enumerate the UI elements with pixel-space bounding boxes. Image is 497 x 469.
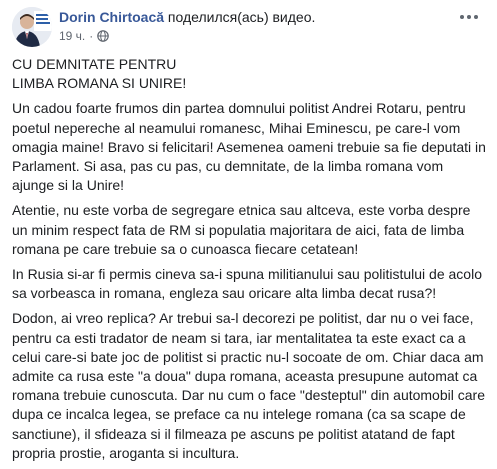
post-header: Dorin Chirtoacă поделился(ась) видео. 19…	[12, 5, 485, 47]
post-paragraph-1: Un cadou foarte frumos din partea domnul…	[12, 100, 486, 194]
post-paragraph-4: Dodon, ai vreo replica? Ar trebui sa-l d…	[12, 310, 485, 461]
avatar-image	[12, 7, 52, 47]
post-title-line-1: CU DEMNITATE PENTRU	[12, 56, 177, 72]
facebook-post: Dorin Chirtoacă поделился(ась) видео. 19…	[0, 0, 497, 466]
author-line: Dorin Chirtoacă поделился(ась) видео.	[59, 9, 315, 25]
more-options-icon[interactable]	[457, 9, 481, 25]
post-action-text: поделился(ась) видео.	[167, 9, 316, 25]
meta-separator: ·	[89, 29, 94, 43]
globe-icon[interactable]	[97, 30, 110, 42]
author-name-link[interactable]: Dorin Chirtoacă	[59, 9, 164, 25]
post-paragraph-2: Atentie, nu este vorba de segregare etni…	[12, 202, 471, 257]
avatar[interactable]	[12, 7, 52, 47]
post-timestamp[interactable]: 19 ч.	[59, 29, 85, 43]
post-meta: 19 ч. ·	[59, 29, 110, 43]
post-title-line-2: LIMBA ROMANA SI UNIRE!	[12, 75, 187, 92]
post-body: CU DEMNITATE PENTRU LIMBA ROMANA SI UNIR…	[12, 55, 488, 469]
post-paragraph-3: In Rusia si-ar fi permis cineva sa-i spu…	[12, 266, 482, 302]
post-title: CU DEMNITATE PENTRU LIMBA ROMANA SI UNIR…	[12, 55, 488, 93]
